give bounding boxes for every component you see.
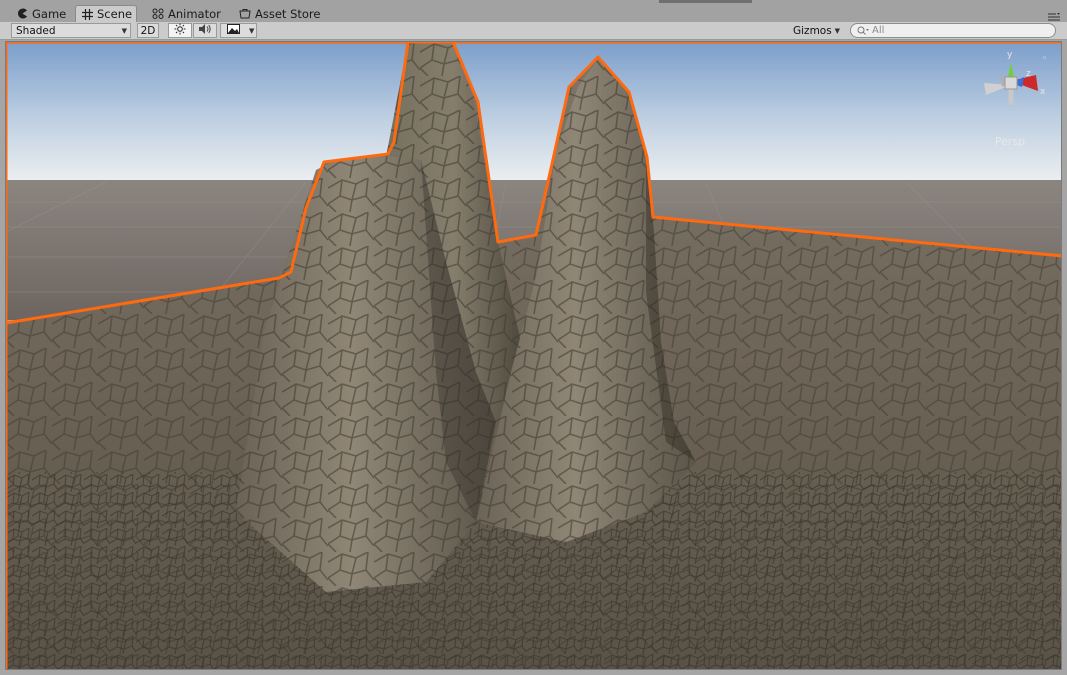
chevron-down-icon: ▼: [834, 26, 840, 35]
image-icon: [227, 24, 240, 37]
shading-mode-dropdown[interactable]: Shaded ▼: [11, 23, 131, 38]
scene-render: [6, 42, 1061, 669]
shading-mode-label: Shaded: [16, 24, 56, 37]
search-placeholder: All: [872, 25, 885, 36]
speaker-icon: [198, 23, 212, 38]
scene-audio-toggle[interactable]: [193, 23, 217, 38]
tab-label: Animator: [168, 6, 221, 21]
tab-label: Game: [32, 6, 67, 21]
window-edge: [1062, 41, 1067, 675]
chevron-down-icon: ▼: [249, 26, 255, 35]
pacman-icon: [16, 8, 28, 20]
search-icon: [857, 26, 869, 35]
gizmo-z-label: z: [1026, 69, 1031, 79]
gizmos-label: Gizmos: [793, 24, 832, 37]
grid-icon: [82, 8, 93, 20]
tab-scene[interactable]: Scene: [75, 5, 137, 22]
tab-animator[interactable]: Animator: [146, 5, 227, 22]
chevron-down-icon: ▼: [121, 26, 127, 35]
gizmos-dropdown[interactable]: Gizmos ▼: [789, 23, 843, 38]
drag-handle[interactable]: [659, 0, 752, 3]
tab-label: Asset Store: [255, 6, 321, 21]
mode-2d-label: 2D: [140, 24, 156, 37]
window-edge: [0, 670, 1067, 675]
tab-strip: Game Scene Animator Asset Store: [0, 0, 1067, 22]
scene-toolbar: Shaded ▼ 2D ▼ Gizmos ▼ All: [0, 22, 1067, 40]
scene-lighting-toggle[interactable]: [168, 23, 192, 38]
sun-icon: [174, 23, 186, 38]
scene-viewport[interactable]: y x z ◦ Persp: [5, 41, 1062, 670]
projection-label[interactable]: Persp: [983, 135, 1037, 148]
orientation-gizmo[interactable]: y x z ◦: [978, 47, 1052, 117]
tab-game[interactable]: Game: [10, 5, 72, 22]
nodes-icon: [152, 8, 164, 20]
tab-asset-store[interactable]: Asset Store: [233, 5, 327, 22]
mode-2d-toggle[interactable]: 2D: [137, 23, 159, 38]
panel-menu-icon[interactable]: [1048, 11, 1060, 21]
scene-effects-dropdown[interactable]: ▼: [220, 23, 257, 38]
tab-label: Scene: [97, 7, 133, 21]
svg-text:◦: ◦: [1042, 54, 1047, 64]
hierarchy-search-input[interactable]: All: [850, 23, 1056, 38]
gizmo-y-label: y: [1007, 50, 1013, 60]
gizmo-x-label: x: [1040, 87, 1046, 97]
shop-icon: [239, 8, 251, 20]
